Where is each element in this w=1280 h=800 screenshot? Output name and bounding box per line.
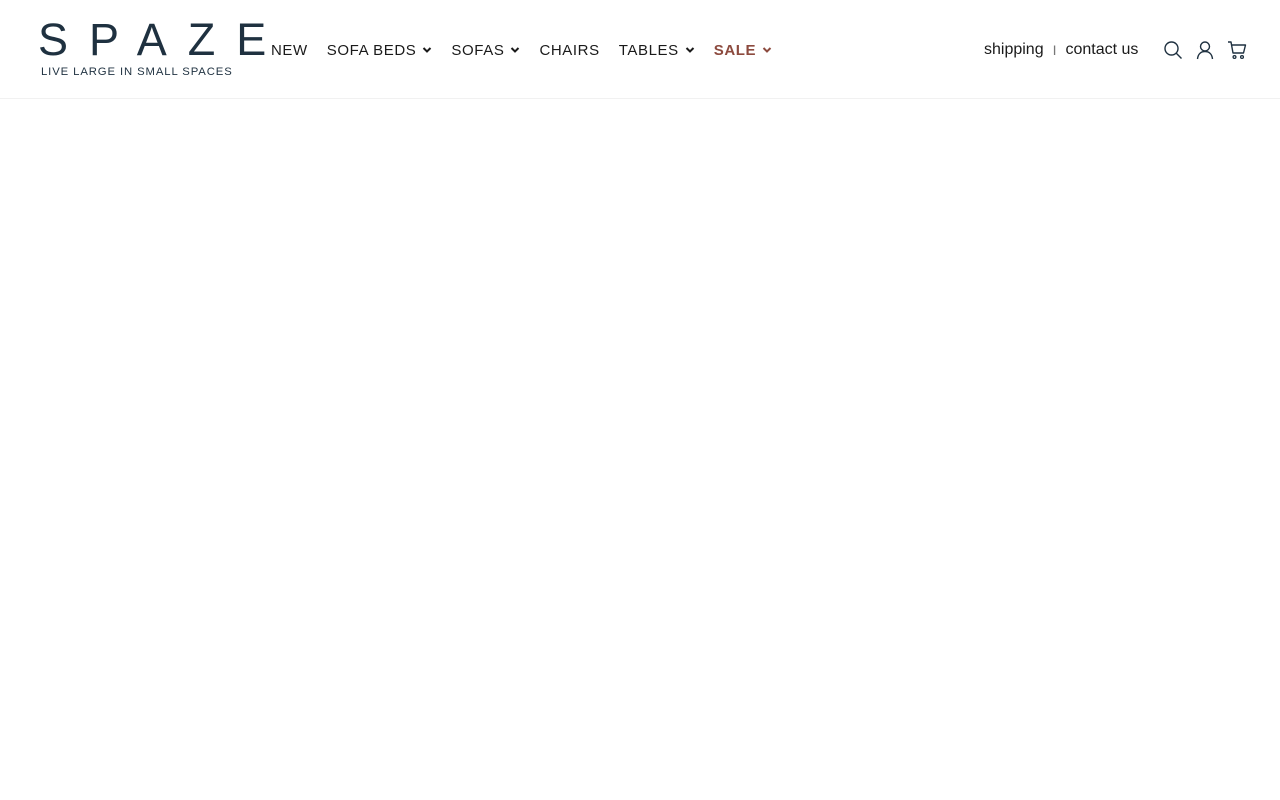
nav-item-sofas[interactable]: SOFAS	[451, 42, 520, 59]
logo-tagline: LIVE LARGE IN SMALL SPACES	[41, 66, 233, 78]
header-icons	[1162, 39, 1258, 61]
main-nav: NEW SOFA BEDS SOFAS CHAIRS TABLES SALE	[271, 38, 791, 62]
utility-separator: I	[1052, 42, 1057, 58]
search-icon	[1164, 41, 1182, 59]
nav-item-new[interactable]: NEW	[271, 42, 308, 59]
chevron-down-icon	[685, 47, 694, 53]
page-content	[0, 99, 1280, 800]
user-icon	[1196, 41, 1214, 60]
nav-item-label: TABLES	[618, 41, 679, 59]
search-button[interactable]	[1162, 39, 1184, 61]
chevron-down-icon	[511, 47, 520, 53]
nav-item-chairs[interactable]: CHAIRS	[539, 42, 599, 59]
nav-item-label: NEW	[271, 41, 308, 59]
chevron-down-icon	[762, 47, 772, 53]
nav-item-tables[interactable]: TABLES	[619, 42, 695, 59]
nav-item-sale[interactable]: SALE	[714, 42, 772, 59]
shipping-link[interactable]: shipping	[984, 41, 1044, 59]
account-button[interactable]	[1194, 39, 1216, 61]
nav-item-label: SOFAS	[451, 41, 505, 59]
chevron-down-icon	[423, 47, 432, 53]
nav-item-label: SALE	[713, 41, 757, 59]
nav-item-label: CHAIRS	[539, 41, 600, 59]
site-header: SPAZE LIVE LARGE IN SMALL SPACES NEW SOF…	[0, 0, 1280, 99]
contact-us-link[interactable]: contact us	[1066, 41, 1139, 59]
cart-icon	[1228, 41, 1247, 60]
utility-links: shipping I contact us	[984, 38, 1138, 62]
logo-wordmark: SPAZE	[38, 14, 288, 65]
nav-item-label: SOFA BEDS	[326, 41, 417, 59]
nav-item-sofa-beds[interactable]: SOFA BEDS	[327, 42, 433, 59]
cart-button[interactable]	[1226, 39, 1248, 61]
logo[interactable]: SPAZE LIVE LARGE IN SMALL SPACES	[38, 14, 288, 80]
